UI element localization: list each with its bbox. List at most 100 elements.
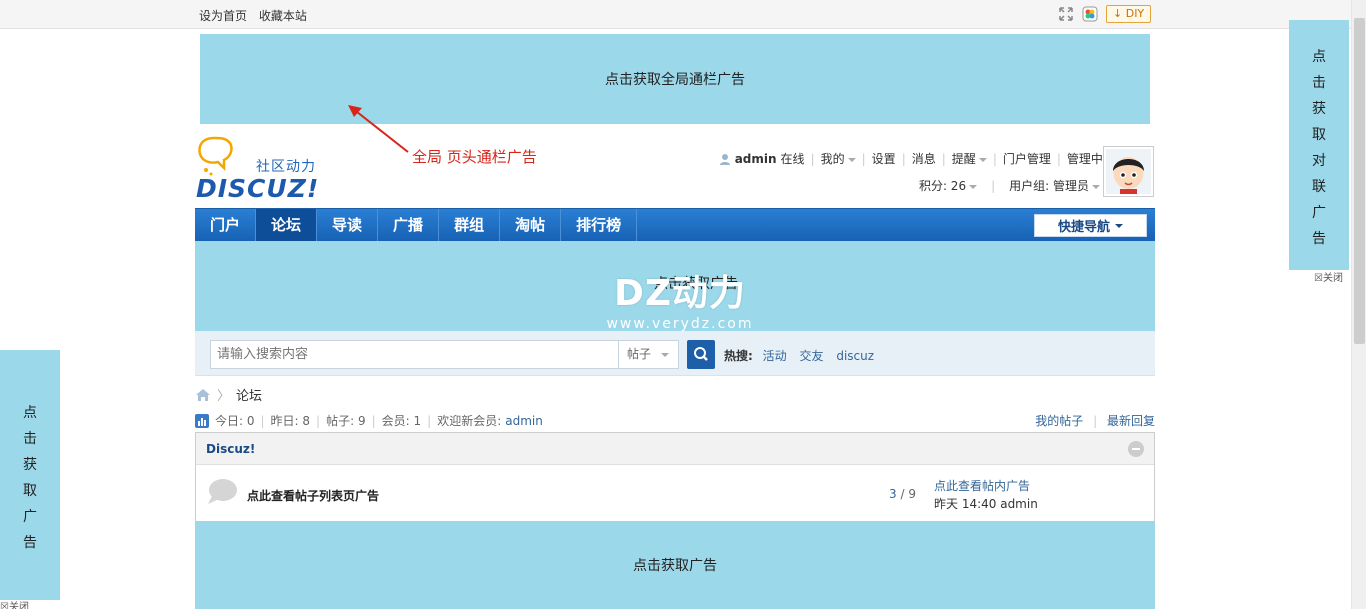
bottom-banner-ad-text: 点击获取广告 [633,558,717,574]
score-label: 积分: 26 [918,179,967,193]
chevron-down-icon [978,157,987,162]
separator: | [941,151,946,166]
user-score-line: 积分: 26 | 用户组: 管理员 [919,177,1100,194]
page-scrollbar[interactable] [1351,0,1366,609]
couplet-char: 取 [23,483,37,499]
breadcrumb-arrow-icon: 〉 [217,389,231,404]
fullscreen-icon[interactable] [1058,6,1074,22]
right-couplet-ad[interactable]: 点 击 获 取 对 联 广 告 [1289,20,1349,270]
couplet-char: 取 [1312,127,1326,143]
bottom-banner-ad[interactable]: 点击获取广告 [195,521,1155,609]
latest-replies-link[interactable]: 最新回复 [1107,414,1155,428]
posts-count: 帖子: 9 [326,414,366,428]
search-bar: 帖子 热搜: 活动 交友 discuz [195,331,1155,376]
my-posts-link[interactable]: 我的帖子 [1035,414,1083,428]
welcome-text: 欢迎新会员: [437,414,502,428]
avatar[interactable] [1103,146,1154,197]
reminders-menu[interactable]: 提醒 [952,150,987,167]
hot-search-term[interactable]: 交友 [799,349,823,363]
forum-row: 点此查看帖子列表页广告 3 / 9 点此查看帖内广告 昨天 14:40 admi… [196,465,1154,522]
forum-category-title[interactable]: Discuz! [206,442,255,456]
set-home-link[interactable]: 设为首页 [199,9,247,23]
last-post-link[interactable]: 点此查看帖内广告 [934,477,1038,495]
nav-item-groups[interactable]: 群组 [439,209,501,241]
style-switch-icon[interactable] [1082,6,1098,22]
separator: | [992,151,997,166]
collapse-icon[interactable] [1128,441,1144,457]
forum-bubble-icon [208,479,237,504]
home-icon[interactable] [195,388,211,402]
right-couplet-close[interactable]: ☒关闭 [1314,269,1343,284]
left-couplet-ad[interactable]: 点 击 获 取 广 告 [0,350,60,600]
watermark-title: DZ动力 [614,273,746,314]
hot-search-term[interactable]: discuz [836,349,874,363]
couplet-char: 联 [1312,179,1326,195]
forum-last-post: 点此查看帖内广告 昨天 14:40 admin [934,477,1038,513]
couplet-char: 点 [23,405,37,421]
couplet-char: 对 [1312,153,1326,169]
logo-tagline: 社区动力 [256,159,316,175]
my-menu[interactable]: 我的 [821,150,856,167]
annotation-arrow-icon [348,105,409,153]
site-logo[interactable]: 社区动力 DISCUZ! [196,134,328,203]
download-arrow-icon: ↓ [1113,7,1123,20]
chevron-down-icon [969,184,978,189]
username-link[interactable]: admin [735,152,777,166]
hot-searches: 热搜: 活动 交友 discuz [724,347,883,364]
couplet-char: 告 [1312,231,1326,247]
search-button[interactable] [687,340,715,369]
stats-chart-icon [195,413,209,428]
chevron-down-icon [1115,223,1123,228]
main-nav: 门户 论坛 导读 广播 群组 淘帖 排行榜 快捷导航 [195,208,1155,241]
couplet-char: 获 [1312,101,1326,117]
my-menu-label: 我的 [820,152,845,166]
global-banner-ad-text: 点击获取全局通栏广告 [605,72,745,88]
chevron-down-icon [847,157,856,162]
breadcrumb: 〉 论坛 [195,385,262,404]
user-icon [719,153,730,165]
diy-label: DIY [1125,7,1145,20]
couplet-char: 击 [23,431,37,447]
search-icon [694,347,708,361]
forum-name-link[interactable]: 点此查看帖子列表页广告 [247,487,379,504]
couplet-char: 广 [23,509,37,525]
thread-count: 3 [889,487,897,501]
reminders-label: 提醒 [951,152,976,166]
bookmark-link[interactable]: 收藏本站 [259,9,307,23]
couplet-char: 点 [1312,49,1326,65]
score-menu[interactable]: 积分: 26 [918,177,978,194]
couplet-char: 击 [1312,75,1326,91]
newest-member-link[interactable]: admin [505,414,543,428]
settings-link[interactable]: 设置 [872,150,896,167]
diy-button[interactable]: ↓ DIY [1106,5,1152,23]
forum-thread-post-count: 3 / 9 [889,487,916,501]
watermark-url: www.verydz.com [606,316,754,332]
nav-item-rankings[interactable]: 排行榜 [561,209,638,241]
user-group-menu[interactable]: 用户组: 管理员 [1009,177,1100,194]
separator: | [861,151,866,166]
messages-link[interactable]: 消息 [912,150,936,167]
quick-nav-button[interactable]: 快捷导航 [1034,214,1147,237]
portal-admin-link[interactable]: 门户管理 [1003,150,1051,167]
separator: | [427,413,432,428]
search-type-select[interactable]: 帖子 [618,340,679,369]
scrollbar-thumb[interactable] [1354,18,1365,344]
nav-item-portal[interactable]: 门户 [195,209,257,241]
chevron-down-icon [661,353,669,357]
forum-stats: 今日: 0 | 昨日: 8 | 帖子: 9 | 会员: 1 | 欢迎新会员: a… [195,412,543,429]
post-count: 9 [908,487,916,501]
search-input[interactable] [210,340,620,369]
nav-item-collections[interactable]: 淘帖 [500,209,562,241]
top-tools: ↓ DIY [1058,5,1152,23]
breadcrumb-current[interactable]: 论坛 [236,385,262,404]
forum-category-header: Discuz! [196,433,1154,465]
nav-item-broadcast[interactable]: 广播 [378,209,440,241]
nav-item-guide[interactable]: 导读 [317,209,379,241]
nav-item-forum[interactable]: 论坛 [256,209,318,241]
couplet-char: 广 [1312,205,1326,221]
members-count: 会员: 1 [381,414,422,428]
yesterday-count: 昨日: 8 [270,414,311,428]
forum-category-box: Discuz! 点此查看帖子列表页广告 3 / 9 点此查看帖内广告 昨天 14… [195,432,1155,522]
left-couplet-close[interactable]: ☒关闭 [0,598,29,609]
hot-search-term[interactable]: 活动 [763,349,787,363]
